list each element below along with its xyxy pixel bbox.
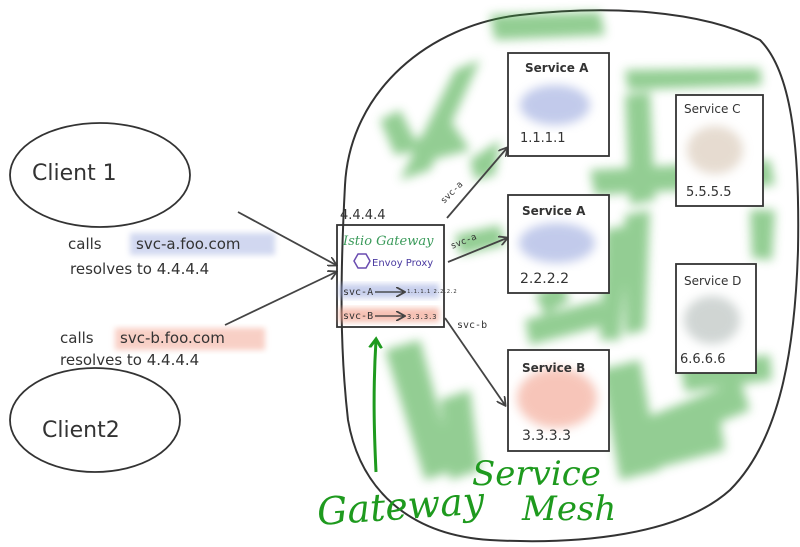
- service-b-ip: 3.3.3.3: [522, 428, 571, 444]
- service-a-1-name: Service A: [525, 61, 589, 75]
- service-a-2-name: Service A: [522, 204, 586, 218]
- mesh-label-line1: Service: [472, 454, 601, 494]
- client-2-label: Client2: [42, 418, 120, 443]
- service-b-name: Service B: [522, 361, 585, 375]
- arrow-gateway-to-service-b: [444, 317, 505, 405]
- istio-gateway: 4.4.4.4 Istio Gateway Envoy Proxy svc-A …: [336, 208, 457, 328]
- service-d-name: Service D: [684, 274, 741, 288]
- service-c-ip: 5.5.5.5: [686, 185, 731, 200]
- route-b-targets: 3.3.3.3: [407, 313, 437, 321]
- gateway-pointer-arrow: [374, 340, 376, 473]
- call-2-resolves: resolves to 4.4.4.4: [60, 351, 199, 369]
- service-c-name: Service C: [684, 102, 741, 116]
- call-2-host: svc-b.foo.com: [120, 329, 225, 347]
- service-d-fill: [684, 296, 740, 344]
- call-1-resolves: resolves to 4.4.4.4: [70, 260, 209, 278]
- service-a-2-ip: 2.2.2.2: [520, 271, 569, 287]
- gateway-title: Istio Gateway: [342, 234, 434, 249]
- arrow-client2-to-gateway: [224, 272, 336, 326]
- service-c-fill: [687, 126, 743, 174]
- service-a-1-fill: [520, 85, 590, 125]
- service-a-1-ip: 1.1.1.1: [520, 131, 565, 146]
- service-a-2-fill: [519, 223, 595, 263]
- gateway-ip: 4.4.4.4: [340, 208, 385, 223]
- arrow-label-bottom: svc-b: [457, 320, 487, 331]
- call-1-host: svc-a.foo.com: [136, 235, 241, 253]
- service-d: Service D 6.6.6.6: [675, 263, 757, 374]
- call-1-prefix: calls: [68, 235, 102, 253]
- service-b: Service B 3.3.3.3: [507, 349, 610, 452]
- service-c: Service C 5.5.5.5: [675, 94, 764, 207]
- service-b-fill: [517, 368, 597, 428]
- service-a-1: Service A 1.1.1.1: [507, 52, 610, 157]
- gateway-caption: Gateway: [316, 478, 487, 534]
- diagram-canvas: Client 1 Client2 calls svc-a.foo.com res…: [9, 9, 800, 543]
- route-b-name: svc-B: [343, 311, 373, 322]
- client-2: Client2: [9, 367, 181, 473]
- route-a-targets: 1.1.1.1 2.2.2.2: [407, 289, 457, 295]
- service-a-2: Service A 2.2.2.2: [507, 194, 610, 294]
- mesh-label-line2: Mesh: [521, 489, 616, 529]
- client-1: Client 1: [9, 122, 191, 228]
- gateway-proxy: Envoy Proxy: [372, 258, 433, 269]
- client-1-label: Client 1: [32, 161, 117, 186]
- envoy-hexagon-icon: [353, 253, 371, 269]
- route-a-name: svc-A: [343, 287, 373, 298]
- call-2-prefix: calls: [60, 329, 94, 347]
- service-d-ip: 6.6.6.6: [680, 352, 725, 367]
